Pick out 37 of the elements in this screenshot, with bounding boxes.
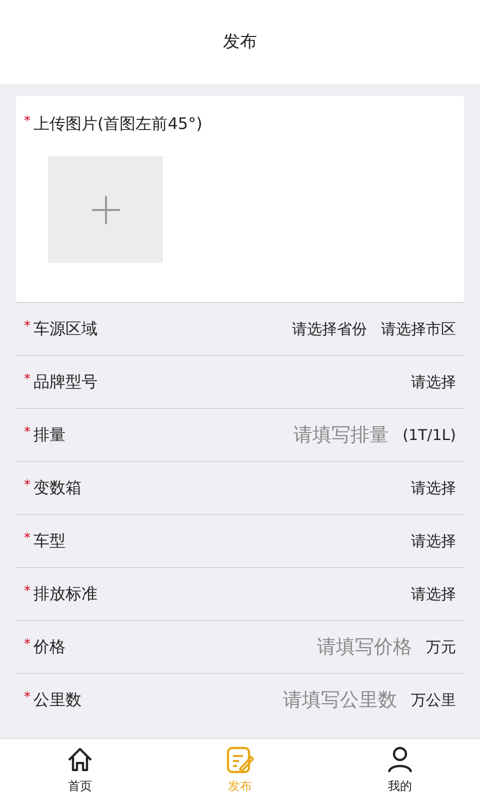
required-mark: * bbox=[24, 689, 30, 707]
field-label: 排放标准 bbox=[34, 583, 98, 605]
required-mark: * bbox=[24, 371, 30, 389]
upload-label: 上传图片(首图左前45°) bbox=[34, 113, 202, 135]
select-option[interactable]: 请选择 bbox=[411, 582, 456, 606]
select-option[interactable]: 请选择市区 bbox=[381, 318, 456, 340]
select-option[interactable]: 请选择 bbox=[411, 370, 456, 394]
required-mark: * bbox=[24, 113, 30, 131]
required-mark: * bbox=[24, 530, 30, 548]
field-label: 公里数 bbox=[34, 689, 82, 711]
field-label: 车源区域 bbox=[34, 318, 98, 340]
unit-label: 万公里 bbox=[411, 690, 456, 711]
required-mark: * bbox=[24, 583, 30, 601]
input-field[interactable]: 请填写价格 bbox=[252, 632, 412, 662]
tab[interactable]: 我的 bbox=[320, 739, 480, 800]
field-label: 车型 bbox=[34, 530, 66, 552]
required-mark: * bbox=[24, 424, 30, 442]
note-pencil-icon bbox=[225, 744, 255, 774]
input-field[interactable]: 请填写公里数 bbox=[237, 686, 397, 714]
field-label: 变数箱 bbox=[34, 477, 82, 499]
select-option[interactable]: 请选择 bbox=[411, 476, 456, 500]
add-photo-button[interactable] bbox=[48, 156, 163, 263]
required-mark: * bbox=[24, 318, 30, 336]
input-field[interactable]: 请填写排量 bbox=[228, 420, 389, 450]
select-option[interactable]: 请选择 bbox=[411, 530, 456, 552]
plus-icon bbox=[90, 194, 122, 226]
required-mark: * bbox=[24, 636, 30, 654]
unit-label: 万元 bbox=[426, 636, 456, 658]
field-label: 排量 bbox=[34, 424, 66, 446]
field-label: 价格 bbox=[34, 636, 66, 658]
field-label: 品牌型号 bbox=[34, 371, 98, 393]
person-icon bbox=[385, 744, 415, 774]
select-option[interactable]: 请选择省份 bbox=[292, 318, 367, 340]
tab[interactable]: 首页 bbox=[0, 739, 160, 800]
required-mark: * bbox=[24, 477, 30, 495]
page-title: 发布 bbox=[223, 31, 257, 54]
unit-label: (1T/1L) bbox=[402, 424, 456, 446]
